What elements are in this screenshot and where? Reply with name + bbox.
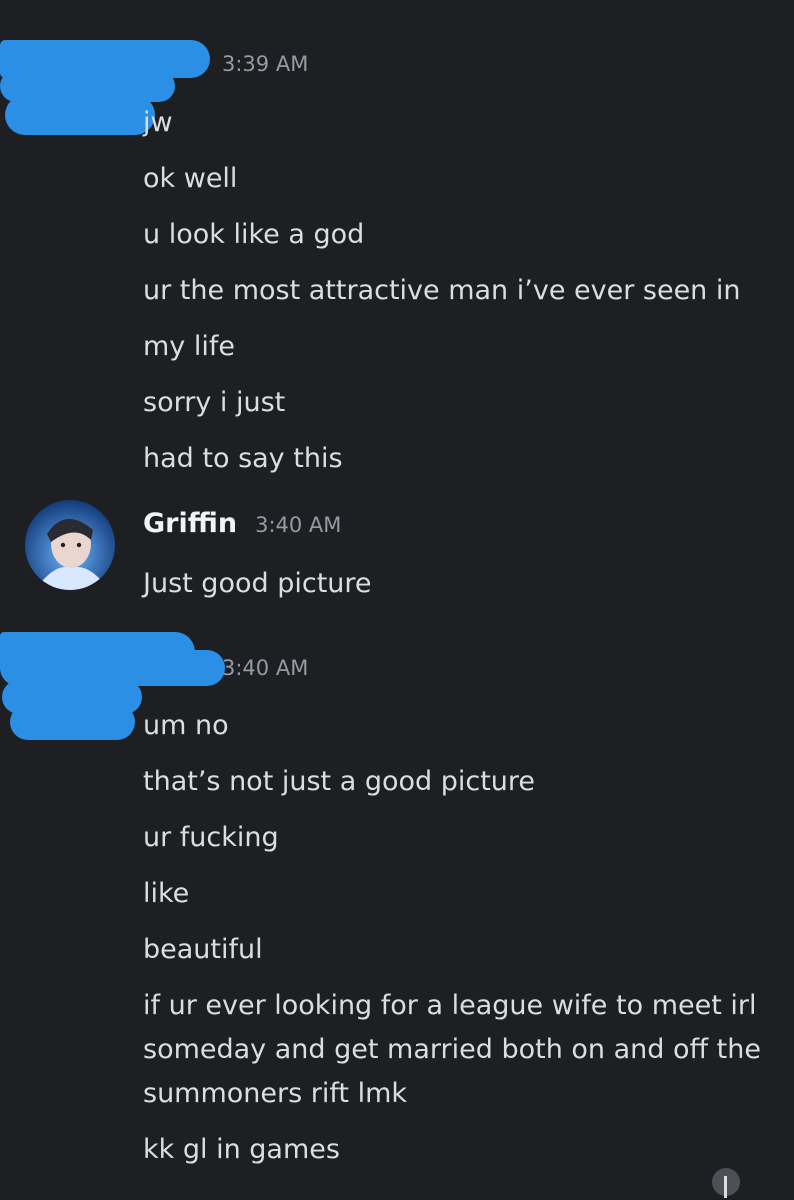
author-name[interactable]: Griffin xyxy=(143,508,237,539)
message-list: um no that’s not just a good picture ur … xyxy=(143,698,773,1178)
message-list: jw ok well u look like a god ur the most… xyxy=(143,95,773,487)
message-text[interactable]: like xyxy=(143,866,773,922)
chat-log: 3:39 AM jw ok well u look like a god ur … xyxy=(0,0,794,1200)
message-text[interactable]: sorry i just xyxy=(143,375,773,431)
timestamp: 3:40 AM xyxy=(255,513,342,537)
timestamp: 3:40 AM xyxy=(222,656,309,680)
message-text[interactable]: beautiful xyxy=(143,922,773,978)
timestamp: 3:39 AM xyxy=(222,52,309,76)
message-header: Griffin 3:40 AM xyxy=(143,508,341,558)
redaction-scribble xyxy=(10,704,135,740)
message-text[interactable]: if ur ever looking for a league wife to … xyxy=(143,984,773,1116)
message-text[interactable]: ur fucking xyxy=(143,810,773,866)
message-text[interactable]: um no xyxy=(143,698,773,754)
avatar[interactable] xyxy=(25,500,115,590)
message-text[interactable]: jw xyxy=(143,95,773,151)
message-text[interactable]: kk gl in games xyxy=(143,1122,773,1178)
griffin-avatar-icon xyxy=(25,500,115,590)
message-text[interactable]: that’s not just a good picture xyxy=(143,754,773,810)
message-list: Just good picture xyxy=(143,556,773,612)
message-text[interactable]: u look like a god xyxy=(143,207,773,263)
message-text[interactable]: had to say this xyxy=(143,431,773,487)
message-header: 3:39 AM xyxy=(143,48,308,98)
message-text[interactable]: Just good picture xyxy=(143,556,773,612)
message-text[interactable]: ok well xyxy=(143,151,773,207)
plus-icon[interactable] xyxy=(712,1168,740,1198)
redaction-scribble xyxy=(5,95,155,135)
message-text[interactable]: ur the most attractive man i’ve ever see… xyxy=(143,263,773,375)
message-header: 3:40 AM xyxy=(143,652,308,702)
